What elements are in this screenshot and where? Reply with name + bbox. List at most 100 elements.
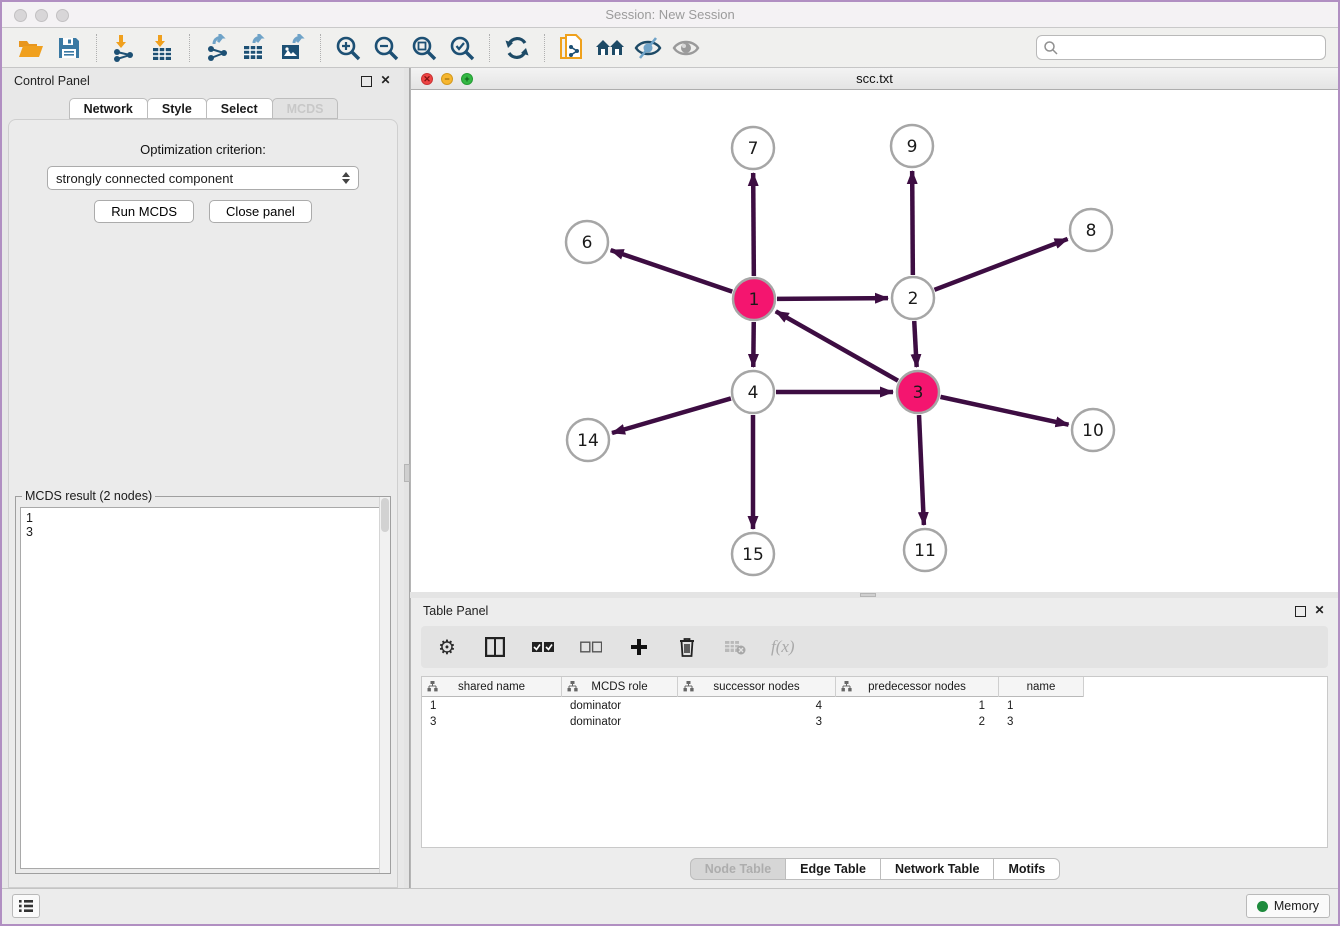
mcds-result-title: MCDS result (2 nodes) xyxy=(22,489,155,503)
column-header-label: name xyxy=(1027,681,1056,693)
export-table-icon[interactable] xyxy=(239,33,271,63)
table-toolbar: ⚙ f(x) xyxy=(421,626,1328,668)
table-header-row: shared name MCDS role successor nodes prede… xyxy=(422,677,1084,697)
open-session-icon[interactable] xyxy=(15,33,47,63)
tab-network-table[interactable]: Network Table xyxy=(880,858,995,880)
graph-node-label-10: 10 xyxy=(1082,421,1104,441)
toolbar-separator xyxy=(489,34,490,62)
graph-edge-2-9[interactable] xyxy=(912,171,913,275)
toolbar-separator xyxy=(96,34,97,62)
close-table-panel-icon[interactable]: ✕ xyxy=(1313,604,1326,617)
tab-motifs[interactable]: Motifs xyxy=(993,858,1060,880)
graph-edge-3-11[interactable] xyxy=(919,415,924,525)
network-view-title: scc.txt xyxy=(411,71,1338,86)
memory-status-icon xyxy=(1257,901,1268,912)
home-networks-icon[interactable] xyxy=(594,33,626,63)
table-cell[interactable]: 3 xyxy=(999,714,1084,730)
export-network-icon[interactable] xyxy=(201,33,233,63)
zoom-out-icon[interactable] xyxy=(370,33,402,63)
graph-edge-1-6[interactable] xyxy=(611,250,733,291)
graph-edge-3-10[interactable] xyxy=(940,397,1068,425)
result-scrollbar[interactable] xyxy=(379,497,390,873)
tab-edge-table[interactable]: Edge Table xyxy=(785,858,881,880)
table-cell[interactable]: 3 xyxy=(422,714,562,730)
zoom-fit-icon[interactable] xyxy=(408,33,440,63)
graph-node-label-8: 8 xyxy=(1086,221,1097,241)
mcds-result-textarea[interactable]: 1 3 xyxy=(20,507,386,869)
tab-select[interactable]: Select xyxy=(206,98,273,119)
graph-edge-2-3[interactable] xyxy=(914,321,916,367)
tab-style[interactable]: Style xyxy=(147,98,207,119)
tab-node-table[interactable]: Node Table xyxy=(690,858,786,880)
table-cell[interactable]: dominator xyxy=(562,698,678,714)
close-panel-icon[interactable]: ✕ xyxy=(379,74,392,87)
zoom-in-icon[interactable] xyxy=(332,33,364,63)
table-cell[interactable]: dominator xyxy=(562,714,678,730)
delete-column-trash-icon[interactable] xyxy=(675,635,699,659)
save-session-icon[interactable] xyxy=(53,33,85,63)
column-layout-icon[interactable] xyxy=(483,635,507,659)
select-all-checkboxes-icon[interactable] xyxy=(531,635,555,659)
table-cell[interactable]: 2 xyxy=(836,714,999,730)
table-cell[interactable]: 1 xyxy=(422,698,562,714)
table-panel-header: Table Panel ✕ xyxy=(411,598,1338,624)
column-header-label: predecessor nodes xyxy=(868,681,966,693)
import-table-icon[interactable] xyxy=(146,33,178,63)
graph-edge-2-8[interactable] xyxy=(934,239,1067,290)
network-window-titlebar: ✕ − + scc.txt xyxy=(411,68,1338,90)
tab-network[interactable]: Network xyxy=(69,98,148,119)
hide-panel-eye-icon[interactable] xyxy=(632,33,664,63)
graph-node-label-9: 9 xyxy=(907,137,918,157)
column-header-shared-name[interactable]: shared name xyxy=(422,677,562,697)
import-network-icon[interactable] xyxy=(108,33,140,63)
network-graph: 1234678910111415 xyxy=(411,90,1340,592)
graph-node-label-14: 14 xyxy=(577,431,599,451)
deselect-all-checkboxes-icon[interactable] xyxy=(579,635,603,659)
optimization-criterion-dropdown[interactable]: strongly connected component xyxy=(47,166,359,190)
export-image-icon[interactable] xyxy=(277,33,309,63)
apply-layout-refresh-icon[interactable] xyxy=(501,33,533,63)
column-header-MCDS-role[interactable]: MCDS role xyxy=(562,677,678,697)
control-panel-tabs: NetworkStyleSelectMCDS xyxy=(2,98,404,119)
show-panel-eye-icon[interactable] xyxy=(670,33,702,63)
zoom-selected-icon[interactable] xyxy=(446,33,478,63)
graph-edge-3-1[interactable] xyxy=(776,311,898,380)
list-icon xyxy=(18,899,34,913)
optimization-criterion-label: Optimization criterion: xyxy=(9,142,397,157)
new-network-from-file-icon[interactable] xyxy=(556,33,588,63)
toolbar-separator xyxy=(320,34,321,62)
add-column-icon[interactable] xyxy=(627,635,651,659)
tab-mcds[interactable]: MCDS xyxy=(272,98,339,119)
settings-gear-icon[interactable]: ⚙ xyxy=(435,635,459,659)
graph-node-label-6: 6 xyxy=(582,233,593,253)
application-window: Session: New Session xyxy=(0,0,1340,926)
hierarchy-icon xyxy=(841,681,852,692)
mcds-panel-body: Optimization criterion: strongly connect… xyxy=(8,119,398,888)
toolbar-separator xyxy=(189,34,190,62)
function-builder-icon: f(x) xyxy=(771,635,795,659)
graph-edge-1-7[interactable] xyxy=(753,173,754,276)
column-header-name[interactable]: name xyxy=(999,677,1084,697)
column-header-predecessor-nodes[interactable]: predecessor nodes xyxy=(836,677,999,697)
table-cell[interactable]: 3 xyxy=(678,714,836,730)
table-cell[interactable]: 1 xyxy=(836,698,999,714)
table-row[interactable]: 3dominator323 xyxy=(422,714,1327,730)
splitter-grip[interactable] xyxy=(860,593,876,597)
window-title: Session: New Session xyxy=(2,7,1338,22)
task-history-button[interactable] xyxy=(12,894,40,918)
float-table-panel-icon[interactable] xyxy=(1295,606,1306,617)
table-cell[interactable]: 4 xyxy=(678,698,836,714)
column-header-successor-nodes[interactable]: successor nodes xyxy=(678,677,836,697)
table-cell[interactable]: 1 xyxy=(999,698,1084,714)
memory-button[interactable]: Memory xyxy=(1246,894,1330,918)
column-header-label: MCDS role xyxy=(591,681,647,693)
memory-label: Memory xyxy=(1274,899,1319,913)
network-canvas[interactable]: 1234678910111415 xyxy=(411,90,1338,592)
close-panel-button[interactable]: Close panel xyxy=(209,200,312,223)
search-input[interactable] xyxy=(1059,38,1325,58)
graph-edge-1-2[interactable] xyxy=(777,298,888,299)
float-panel-icon[interactable] xyxy=(361,76,372,87)
run-mcds-button[interactable]: Run MCDS xyxy=(94,200,194,223)
graph-edge-4-14[interactable] xyxy=(612,398,731,433)
table-row[interactable]: 1dominator411 xyxy=(422,698,1327,714)
